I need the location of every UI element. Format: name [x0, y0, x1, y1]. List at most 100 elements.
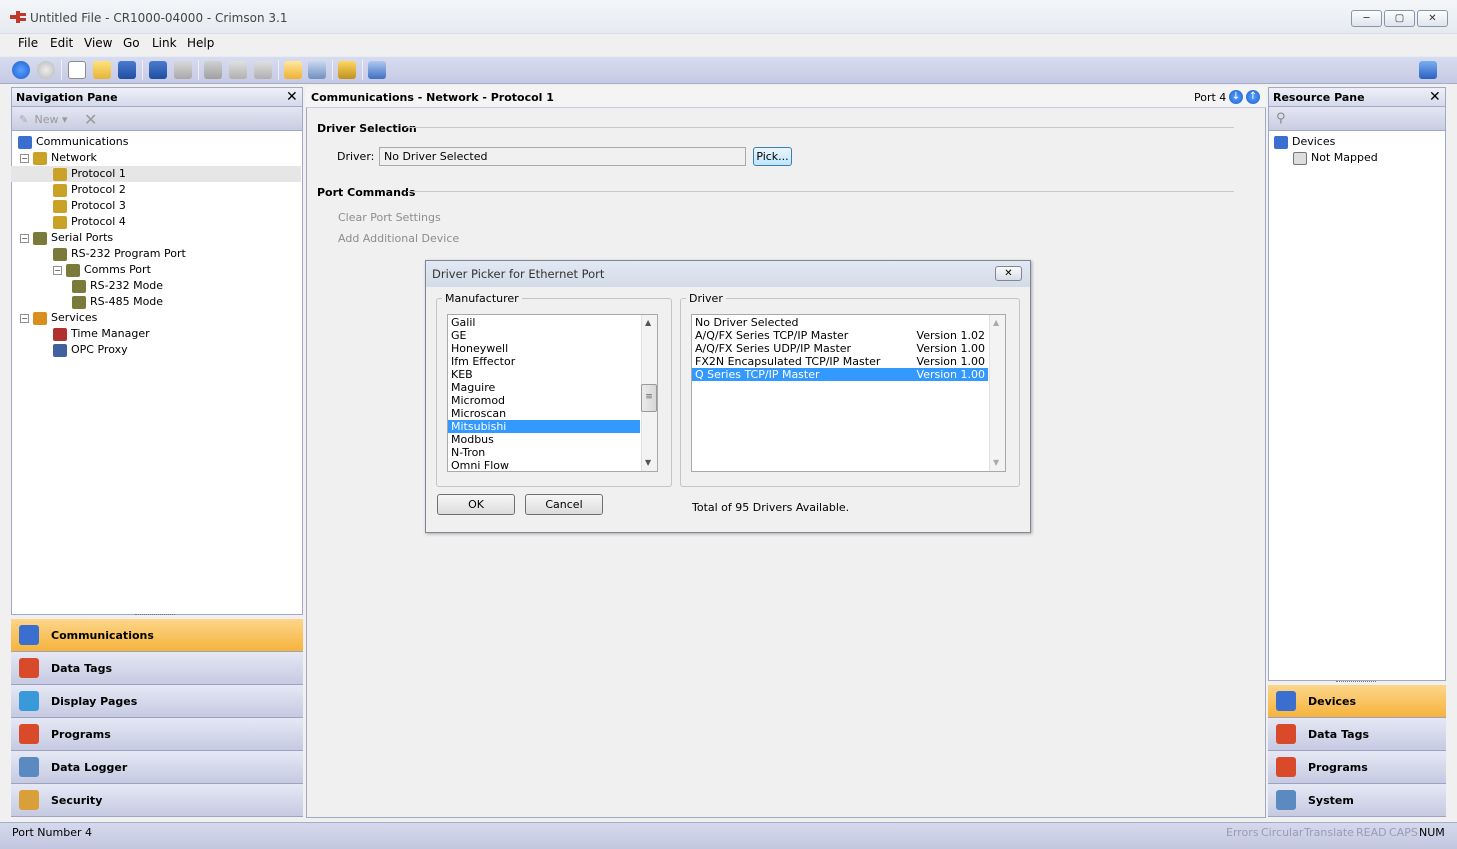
tree-item-time-manager[interactable]: Time Manager: [11, 326, 301, 342]
minimize-button[interactable]: ─: [1351, 10, 1382, 27]
tree-item-services[interactable]: − Services: [11, 310, 301, 326]
manufacturer-item[interactable]: Modbus: [448, 433, 640, 446]
resource-category-programs[interactable]: Programs: [1268, 751, 1446, 784]
manufacturer-item[interactable]: KEB: [448, 368, 640, 381]
forward-icon[interactable]: [37, 61, 55, 79]
menu-go[interactable]: Go: [123, 36, 140, 50]
close-button[interactable]: ✕: [1417, 10, 1448, 27]
nav-category-data-logger[interactable]: Data Logger: [11, 751, 303, 784]
resource-item-not-mapped[interactable]: Not Mapped: [1293, 150, 1378, 166]
tree-item-opc-proxy[interactable]: OPC Proxy: [11, 342, 301, 358]
manufacturer-item[interactable]: Honeywell: [448, 342, 640, 355]
manufacturer-item[interactable]: Maguire: [448, 381, 640, 394]
menu-file[interactable]: File: [18, 36, 38, 50]
manufacturer-item[interactable]: Galil: [448, 316, 640, 329]
nav-category-communications[interactable]: Communications: [11, 619, 303, 652]
tree-item-protocol-3[interactable]: Protocol 3: [11, 198, 301, 214]
nav-new-label: New: [34, 113, 59, 126]
redo-icon[interactable]: [174, 61, 192, 79]
scroll-up-icon[interactable]: ▲: [993, 318, 999, 327]
prev-port-icon[interactable]: ↑: [1246, 90, 1260, 104]
select-all-icon[interactable]: [284, 61, 302, 79]
tree-item-serial-ports[interactable]: − Serial Ports: [11, 230, 301, 246]
find-icon[interactable]: [308, 61, 326, 79]
tree-item-protocol-2[interactable]: Protocol 2: [11, 182, 301, 198]
nav-splitter[interactable]: [135, 614, 175, 616]
link-icon[interactable]: [368, 61, 386, 79]
scroll-up-icon[interactable]: ▲: [645, 318, 651, 327]
tree-item-protocol-4[interactable]: Protocol 4: [11, 214, 301, 230]
driver-item[interactable]: Q Series TCP/IP Master Version 1.00: [692, 368, 988, 381]
tree-item-comms-port[interactable]: − Comms Port: [11, 262, 301, 278]
open-folder-icon[interactable]: [93, 61, 111, 79]
cancel-button[interactable]: Cancel: [525, 494, 603, 515]
resource-pane-close-icon[interactable]: ✕: [1429, 90, 1441, 104]
nav-new-button[interactable]: ✎ New ▾: [19, 113, 68, 126]
dialog-close-icon[interactable]: ✕: [995, 266, 1022, 281]
manufacturer-item[interactable]: Micromod: [448, 394, 640, 407]
clear-port-settings-link[interactable]: Clear Port Settings: [338, 211, 441, 224]
copy-icon[interactable]: [229, 61, 247, 79]
collapse-icon[interactable]: −: [53, 265, 62, 275]
resource-item-devices[interactable]: Devices: [1274, 134, 1335, 150]
scroll-thumb[interactable]: ≡: [641, 384, 657, 412]
help-icon[interactable]: [1419, 61, 1437, 79]
transfer-icon[interactable]: [338, 61, 356, 79]
tree-item-network[interactable]: − Network: [11, 150, 301, 166]
resource-category-system[interactable]: System: [1268, 784, 1446, 817]
paste-icon[interactable]: [254, 61, 272, 79]
nav-category-display-pages[interactable]: Display Pages: [11, 685, 303, 718]
driver-item[interactable]: A/Q/FX Series UDP/IP Master Version 1.00: [692, 342, 988, 355]
scroll-down-icon[interactable]: ▼: [645, 458, 651, 467]
nav-pane-close-icon[interactable]: ✕: [286, 90, 298, 104]
tree-item-rs-485-mode[interactable]: RS-485 Mode: [11, 294, 301, 310]
nav-category-programs[interactable]: Programs: [11, 718, 303, 751]
tree-node-icon: [72, 295, 86, 309]
manufacturer-item[interactable]: N-Tron: [448, 446, 640, 459]
tree-node-icon: [53, 343, 67, 357]
menu-edit[interactable]: Edit: [50, 36, 73, 50]
menu-link[interactable]: Link: [152, 36, 177, 50]
tree-item-rs-232-program-port[interactable]: RS-232 Program Port: [11, 246, 301, 262]
undo-icon[interactable]: [149, 61, 167, 79]
add-additional-device-link[interactable]: Add Additional Device: [338, 232, 459, 245]
next-port-icon[interactable]: ↓: [1229, 90, 1243, 104]
resource-splitter[interactable]: [1336, 681, 1376, 683]
manufacturer-item[interactable]: Ifm Effector: [448, 355, 640, 368]
manufacturer-item[interactable]: Microscan: [448, 407, 640, 420]
manufacturer-item[interactable]: Mitsubishi: [448, 420, 640, 433]
search-icon[interactable]: ⚲: [1276, 111, 1286, 126]
resource-category-data-tags[interactable]: Data Tags: [1268, 718, 1446, 751]
delete-icon[interactable]: ✕: [84, 110, 97, 129]
question-icon: [1293, 151, 1307, 165]
collapse-icon[interactable]: −: [20, 313, 29, 323]
manufacturer-item[interactable]: GE: [448, 329, 640, 342]
collapse-icon[interactable]: −: [20, 233, 29, 243]
nav-category-security[interactable]: Security: [11, 784, 303, 817]
save-icon[interactable]: [118, 61, 136, 79]
driver-item[interactable]: No Driver Selected: [692, 316, 988, 329]
cut-icon[interactable]: [204, 61, 222, 79]
communications-icon: [19, 625, 39, 645]
maximize-button[interactable]: ▢: [1384, 10, 1415, 27]
tree-item-rs-232-mode[interactable]: RS-232 Mode: [11, 278, 301, 294]
tree-node-icon: [53, 167, 67, 181]
collapse-icon[interactable]: −: [20, 153, 29, 163]
resource-category-devices[interactable]: Devices: [1268, 685, 1446, 718]
ok-button[interactable]: OK: [437, 494, 515, 515]
pick-button[interactable]: Pick...: [753, 147, 792, 166]
driver-selection-title: Driver Selection: [317, 122, 417, 135]
menu-view[interactable]: View: [84, 36, 112, 50]
menu-help[interactable]: Help: [187, 36, 214, 50]
tree-item-protocol-1[interactable]: Protocol 1: [11, 166, 301, 182]
nav-category-data-tags[interactable]: Data Tags: [11, 652, 303, 685]
nav-pane-header: Navigation Pane: [11, 87, 303, 107]
driver-scrollbar[interactable]: [989, 315, 1005, 471]
manufacturer-item[interactable]: Omni Flow: [448, 459, 640, 472]
driver-item[interactable]: FX2N Encapsulated TCP/IP Master Version 1…: [692, 355, 988, 368]
back-icon[interactable]: [12, 61, 30, 79]
scroll-down-icon[interactable]: ▼: [993, 458, 999, 467]
driver-item[interactable]: A/Q/FX Series TCP/IP Master Version 1.02: [692, 329, 988, 342]
new-file-icon[interactable]: [68, 61, 86, 79]
tree-item-communications[interactable]: Communications: [11, 134, 301, 150]
